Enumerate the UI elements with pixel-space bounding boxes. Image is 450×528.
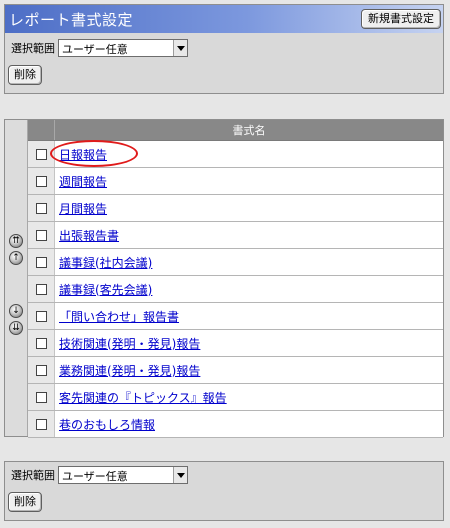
scope-select-value-bottom: ユーザー任意: [62, 470, 128, 483]
row-checkbox[interactable]: [35, 419, 47, 430]
format-name-header: 書式名: [54, 120, 443, 141]
format-link[interactable]: 日報報告: [55, 148, 107, 162]
table-row: 月間報告: [28, 194, 443, 222]
row-checkbox[interactable]: [35, 257, 47, 268]
row-checkbox-cell: [28, 383, 55, 411]
format-link[interactable]: 客先関連の『トピックス』報告: [55, 391, 227, 405]
format-name-cell: 業務関連(発明・発見)報告: [54, 356, 443, 384]
format-link[interactable]: 議事録(客先会議): [55, 283, 152, 297]
bottom-settings-panel: 選択範囲 ユーザー任意 削除: [4, 461, 444, 521]
row-checkbox[interactable]: [35, 203, 47, 214]
table-row: 議事録(社内会議): [28, 248, 443, 276]
format-link[interactable]: 「問い合わせ」報告書: [55, 310, 179, 324]
row-checkbox-cell: [28, 410, 55, 438]
format-link[interactable]: 議事録(社内会議): [55, 256, 152, 270]
table-row: 巷のおもしろ情報: [28, 410, 443, 438]
scope-label-bottom: 選択範囲: [11, 469, 55, 482]
format-name-cell: 週間報告: [54, 167, 443, 195]
title-bar: レポート書式設定 新規書式設定: [5, 5, 443, 33]
format-name-cell: 出張報告書: [54, 221, 443, 249]
table-row: 技術関連(発明・発見)報告: [28, 329, 443, 357]
new-format-button[interactable]: 新規書式設定: [361, 9, 441, 29]
row-checkbox-cell: [28, 275, 55, 303]
row-checkbox-cell: [28, 302, 55, 330]
table-row: 週間報告: [28, 167, 443, 195]
format-link[interactable]: 技術関連(発明・発見)報告: [55, 337, 200, 351]
row-checkbox-cell: [28, 248, 55, 276]
format-table: 書式名 日報報告週間報告月間報告出張報告書議事録(社内会議) 議事録(客先会議) 「…: [28, 120, 443, 438]
row-checkbox-cell: [28, 329, 55, 357]
scope-select-bottom[interactable]: ユーザー任意: [58, 466, 188, 484]
checkbox-column-header: [28, 120, 55, 141]
row-checkbox[interactable]: [35, 311, 47, 322]
chevron-down-icon: [173, 467, 187, 483]
format-name-cell: 技術関連(発明・発見)報告: [54, 329, 443, 357]
top-settings-panel: レポート書式設定 新規書式設定 選択範囲 ユーザー任意 削除: [4, 4, 444, 94]
row-checkbox-cell: [28, 167, 55, 195]
move-up-icon[interactable]: ↑: [9, 251, 23, 265]
delete-button-bottom[interactable]: 削除: [8, 492, 42, 512]
row-checkbox[interactable]: [35, 230, 47, 241]
format-link[interactable]: 出張報告書: [55, 229, 119, 243]
row-checkbox[interactable]: [35, 338, 47, 349]
row-checkbox[interactable]: [35, 365, 47, 376]
row-checkbox-cell: [28, 140, 55, 168]
format-name-cell: 月間報告: [54, 194, 443, 222]
move-down-icon[interactable]: ↓: [9, 304, 23, 318]
table-row: 日報報告: [28, 140, 443, 168]
format-link[interactable]: 業務関連(発明・発見)報告: [55, 364, 200, 378]
scope-label: 選択範囲: [11, 42, 55, 55]
table-row: 「問い合わせ」報告書: [28, 302, 443, 330]
format-name-cell: 巷のおもしろ情報: [54, 410, 443, 438]
format-list-panel: ⇈ ↑ ↓ ⇊ 書式名 日報報告週間報告月間報告出張報告書議事録(社内会議) 議事…: [4, 119, 444, 438]
scope-select[interactable]: ユーザー任意: [58, 39, 188, 57]
format-link[interactable]: 週間報告: [55, 175, 107, 189]
row-checkbox[interactable]: [35, 176, 47, 187]
scope-row: 選択範囲 ユーザー任意: [11, 39, 188, 57]
format-name-cell: 議事録(社内会議): [54, 248, 443, 276]
format-link[interactable]: 巷のおもしろ情報: [55, 418, 155, 432]
row-checkbox[interactable]: [35, 149, 47, 160]
format-name-cell: 客先関連の『トピックス』報告: [54, 383, 443, 411]
move-bottom-icon[interactable]: ⇊: [9, 321, 23, 335]
format-name-cell: 「問い合わせ」報告書: [54, 302, 443, 330]
format-name-cell: 日報報告: [54, 140, 443, 168]
row-checkbox[interactable]: [35, 392, 47, 403]
row-checkbox[interactable]: [35, 284, 47, 295]
format-name-cell: 議事録(客先会議): [54, 275, 443, 303]
scope-row-bottom: 選択範囲 ユーザー任意: [11, 466, 188, 484]
page-title: レポート書式設定: [9, 11, 134, 29]
row-checkbox-cell: [28, 194, 55, 222]
sort-controls: ⇈ ↑ ↓ ⇊: [5, 120, 28, 436]
table-row: 客先関連の『トピックス』報告: [28, 383, 443, 411]
row-checkbox-cell: [28, 356, 55, 384]
scope-select-value: ユーザー任意: [62, 43, 128, 56]
row-checkbox-cell: [28, 221, 55, 249]
table-row: 出張報告書: [28, 221, 443, 249]
table-row: 議事録(客先会議): [28, 275, 443, 303]
chevron-down-icon: [173, 40, 187, 56]
move-top-icon[interactable]: ⇈: [9, 234, 23, 248]
format-link[interactable]: 月間報告: [55, 202, 107, 216]
delete-button[interactable]: 削除: [8, 65, 42, 85]
table-row: 業務関連(発明・発見)報告: [28, 356, 443, 384]
